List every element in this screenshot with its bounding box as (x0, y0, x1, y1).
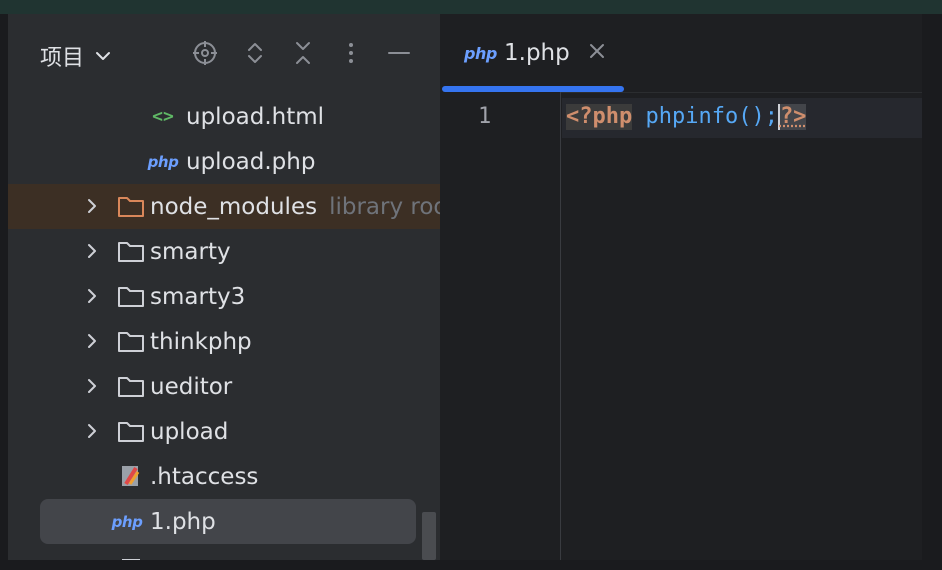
close-icon[interactable] (586, 40, 608, 62)
tree-item-htaccess[interactable]: .htaccess (8, 454, 440, 499)
tree-item-label-group: node_modules library roo (150, 194, 440, 220)
tree-item-node-modules[interactable]: node_modules library roo (8, 184, 440, 229)
chevron-right-icon[interactable] (82, 376, 102, 396)
collapse-all-icon[interactable] (288, 38, 318, 68)
library-root-hint: library roo (329, 193, 440, 220)
window-left-edge (0, 14, 8, 570)
tab-1-php[interactable]: php 1.php (442, 14, 624, 92)
options-menu-icon[interactable] (336, 38, 366, 68)
tab-label: 1.php (504, 40, 570, 66)
locate-file-icon[interactable] (190, 38, 220, 68)
folder-icon (118, 287, 144, 307)
folder-icon (118, 332, 144, 352)
chevron-right-icon[interactable] (82, 331, 102, 351)
code-editor[interactable]: <?php phpinfo(); ?> (562, 92, 922, 560)
line-number: 1 (478, 104, 492, 129)
expand-all-icon[interactable] (240, 38, 270, 68)
tree-item-label: 1.php (150, 508, 216, 535)
tree-item-smarty[interactable]: smarty (8, 229, 440, 274)
project-view-selector[interactable]: 项目 (40, 40, 112, 72)
tree-item-smarty3[interactable]: smarty3 (8, 274, 440, 319)
chevron-right-icon[interactable] (82, 286, 102, 306)
tree-item-thinkphp[interactable]: thinkphp (8, 319, 440, 364)
tree-item-label: smarty3 (150, 283, 246, 310)
chevron-down-icon (96, 52, 111, 60)
html-icon: <> (152, 106, 174, 127)
chevron-right-icon[interactable] (82, 421, 102, 441)
tree-item-label: upload (150, 418, 229, 445)
project-panel: 项目 <> upload.html php upload.php node_mo… (8, 14, 440, 560)
chevron-right-icon[interactable] (82, 241, 102, 261)
folder-icon (118, 377, 144, 397)
folder-icon (118, 242, 144, 262)
editor-pane: php 1.php 1 <?php phpinfo(); ?> (440, 14, 922, 560)
php-open-tag: <?php (566, 104, 633, 130)
window-bottom-edge (0, 560, 942, 570)
window-right-edge (922, 14, 942, 570)
editor-tab-bar: php 1.php (440, 14, 922, 93)
tree-item-label: node_modules (150, 193, 318, 220)
php-icon: php (147, 152, 179, 171)
project-panel-title: 项目 (40, 46, 85, 71)
tree-item-ueditor[interactable]: ueditor (8, 364, 440, 409)
tree-item-label: thinkphp (150, 328, 252, 355)
htaccess-icon (122, 466, 140, 486)
code-line: <?php phpinfo(); ?> (566, 104, 807, 130)
tree-item-1-php[interactable]: php 1.php (40, 499, 416, 544)
tree-item-upload[interactable]: upload (8, 409, 440, 454)
tree-item-upload-html[interactable]: <> upload.html (8, 94, 440, 139)
php-icon: php (464, 44, 497, 63)
tree-item-partial (8, 548, 440, 560)
tree-item-label: upload.html (186, 103, 325, 130)
chevron-right-icon[interactable] (82, 196, 102, 216)
tree-item-label: ueditor (150, 373, 233, 400)
php-close-tag: ?> (779, 104, 807, 130)
folder-icon (118, 422, 144, 442)
tree-scrollbar[interactable] (422, 512, 436, 560)
php-icon: php (111, 512, 143, 531)
hide-panel-icon[interactable] (384, 38, 414, 68)
tree-item-label: upload.php (186, 148, 316, 175)
window-top-strip (0, 0, 942, 14)
function-call: phpinfo(); (645, 104, 778, 129)
project-panel-header: 项目 (8, 14, 440, 92)
tree-item-upload-php[interactable]: php upload.php (8, 139, 440, 184)
line-gutter: 1 (440, 92, 561, 560)
tree-item-label: .htaccess (150, 463, 259, 490)
folder-icon (118, 197, 144, 217)
tree-item-label: smarty (150, 238, 231, 265)
